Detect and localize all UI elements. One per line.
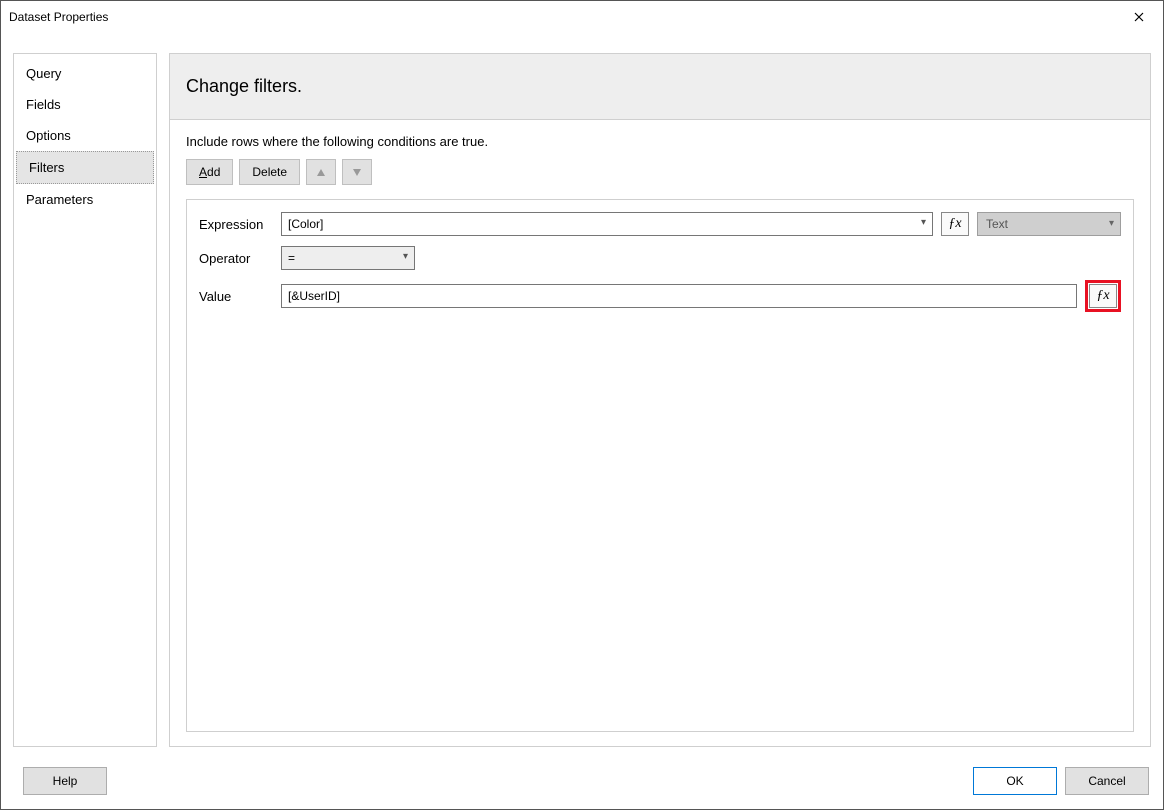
- sidebar-item-query[interactable]: Query: [14, 58, 156, 89]
- sidebar-item-filters[interactable]: Filters: [16, 151, 154, 184]
- expression-row: Expression [Color] ▾ ƒx Text ▾: [199, 212, 1121, 236]
- filter-toolbar: Add Delete: [186, 159, 1134, 185]
- window-title: Dataset Properties: [9, 10, 1123, 24]
- panel-body: Include rows where the following conditi…: [170, 120, 1150, 746]
- sidebar-item-options[interactable]: Options: [14, 120, 156, 151]
- chevron-down-icon: ▾: [921, 217, 926, 228]
- value-fx-button[interactable]: ƒx: [1089, 284, 1117, 308]
- delete-button[interactable]: Delete: [239, 159, 300, 185]
- value-input[interactable]: [281, 284, 1077, 308]
- operator-row: Operator = ▾: [199, 246, 1121, 270]
- move-up-button[interactable]: [306, 159, 336, 185]
- ok-button[interactable]: OK: [973, 767, 1057, 795]
- operator-label: Operator: [199, 251, 273, 266]
- fx-icon: ƒx: [1096, 288, 1109, 304]
- fx-icon: ƒx: [948, 216, 961, 232]
- titlebar: Dataset Properties: [1, 1, 1163, 33]
- arrow-up-icon: [317, 169, 325, 176]
- close-icon[interactable]: [1123, 1, 1155, 33]
- panel-header: Change filters.: [170, 54, 1150, 120]
- sidebar-nav: Query Fields Options Filters Parameters: [13, 53, 157, 747]
- move-down-button[interactable]: [342, 159, 372, 185]
- filter-editor: Expression [Color] ▾ ƒx Text ▾ Operator: [186, 199, 1134, 732]
- dataset-properties-dialog: Dataset Properties Query Fields Options …: [0, 0, 1164, 810]
- chevron-down-icon: ▾: [1109, 218, 1114, 229]
- panel-title: Change filters.: [186, 76, 1134, 97]
- expression-label: Expression: [199, 217, 273, 232]
- datatype-combo[interactable]: Text ▾: [977, 212, 1121, 236]
- operator-combo[interactable]: = ▾: [281, 246, 415, 270]
- instruction-text: Include rows where the following conditi…: [186, 134, 1134, 149]
- dialog-footer: Help OK Cancel: [1, 757, 1163, 809]
- sidebar-item-parameters[interactable]: Parameters: [14, 184, 156, 215]
- sidebar-item-fields[interactable]: Fields: [14, 89, 156, 120]
- arrow-down-icon: [353, 169, 361, 176]
- expression-value: [Color]: [288, 217, 323, 231]
- operator-value: =: [288, 251, 295, 265]
- value-row: Value ƒx: [199, 280, 1121, 312]
- expression-combo[interactable]: [Color] ▾: [281, 212, 933, 236]
- value-label: Value: [199, 289, 273, 304]
- main-panel: Change filters. Include rows where the f…: [169, 53, 1151, 747]
- help-button[interactable]: Help: [23, 767, 107, 795]
- datatype-value: Text: [986, 217, 1008, 231]
- cancel-button[interactable]: Cancel: [1065, 767, 1149, 795]
- value-fx-highlight: ƒx: [1085, 280, 1121, 312]
- content-area: Query Fields Options Filters Parameters …: [1, 33, 1163, 757]
- add-rest: dd: [207, 165, 220, 179]
- chevron-down-icon: ▾: [403, 251, 408, 262]
- expression-fx-button[interactable]: ƒx: [941, 212, 969, 236]
- add-button[interactable]: Add: [186, 159, 233, 185]
